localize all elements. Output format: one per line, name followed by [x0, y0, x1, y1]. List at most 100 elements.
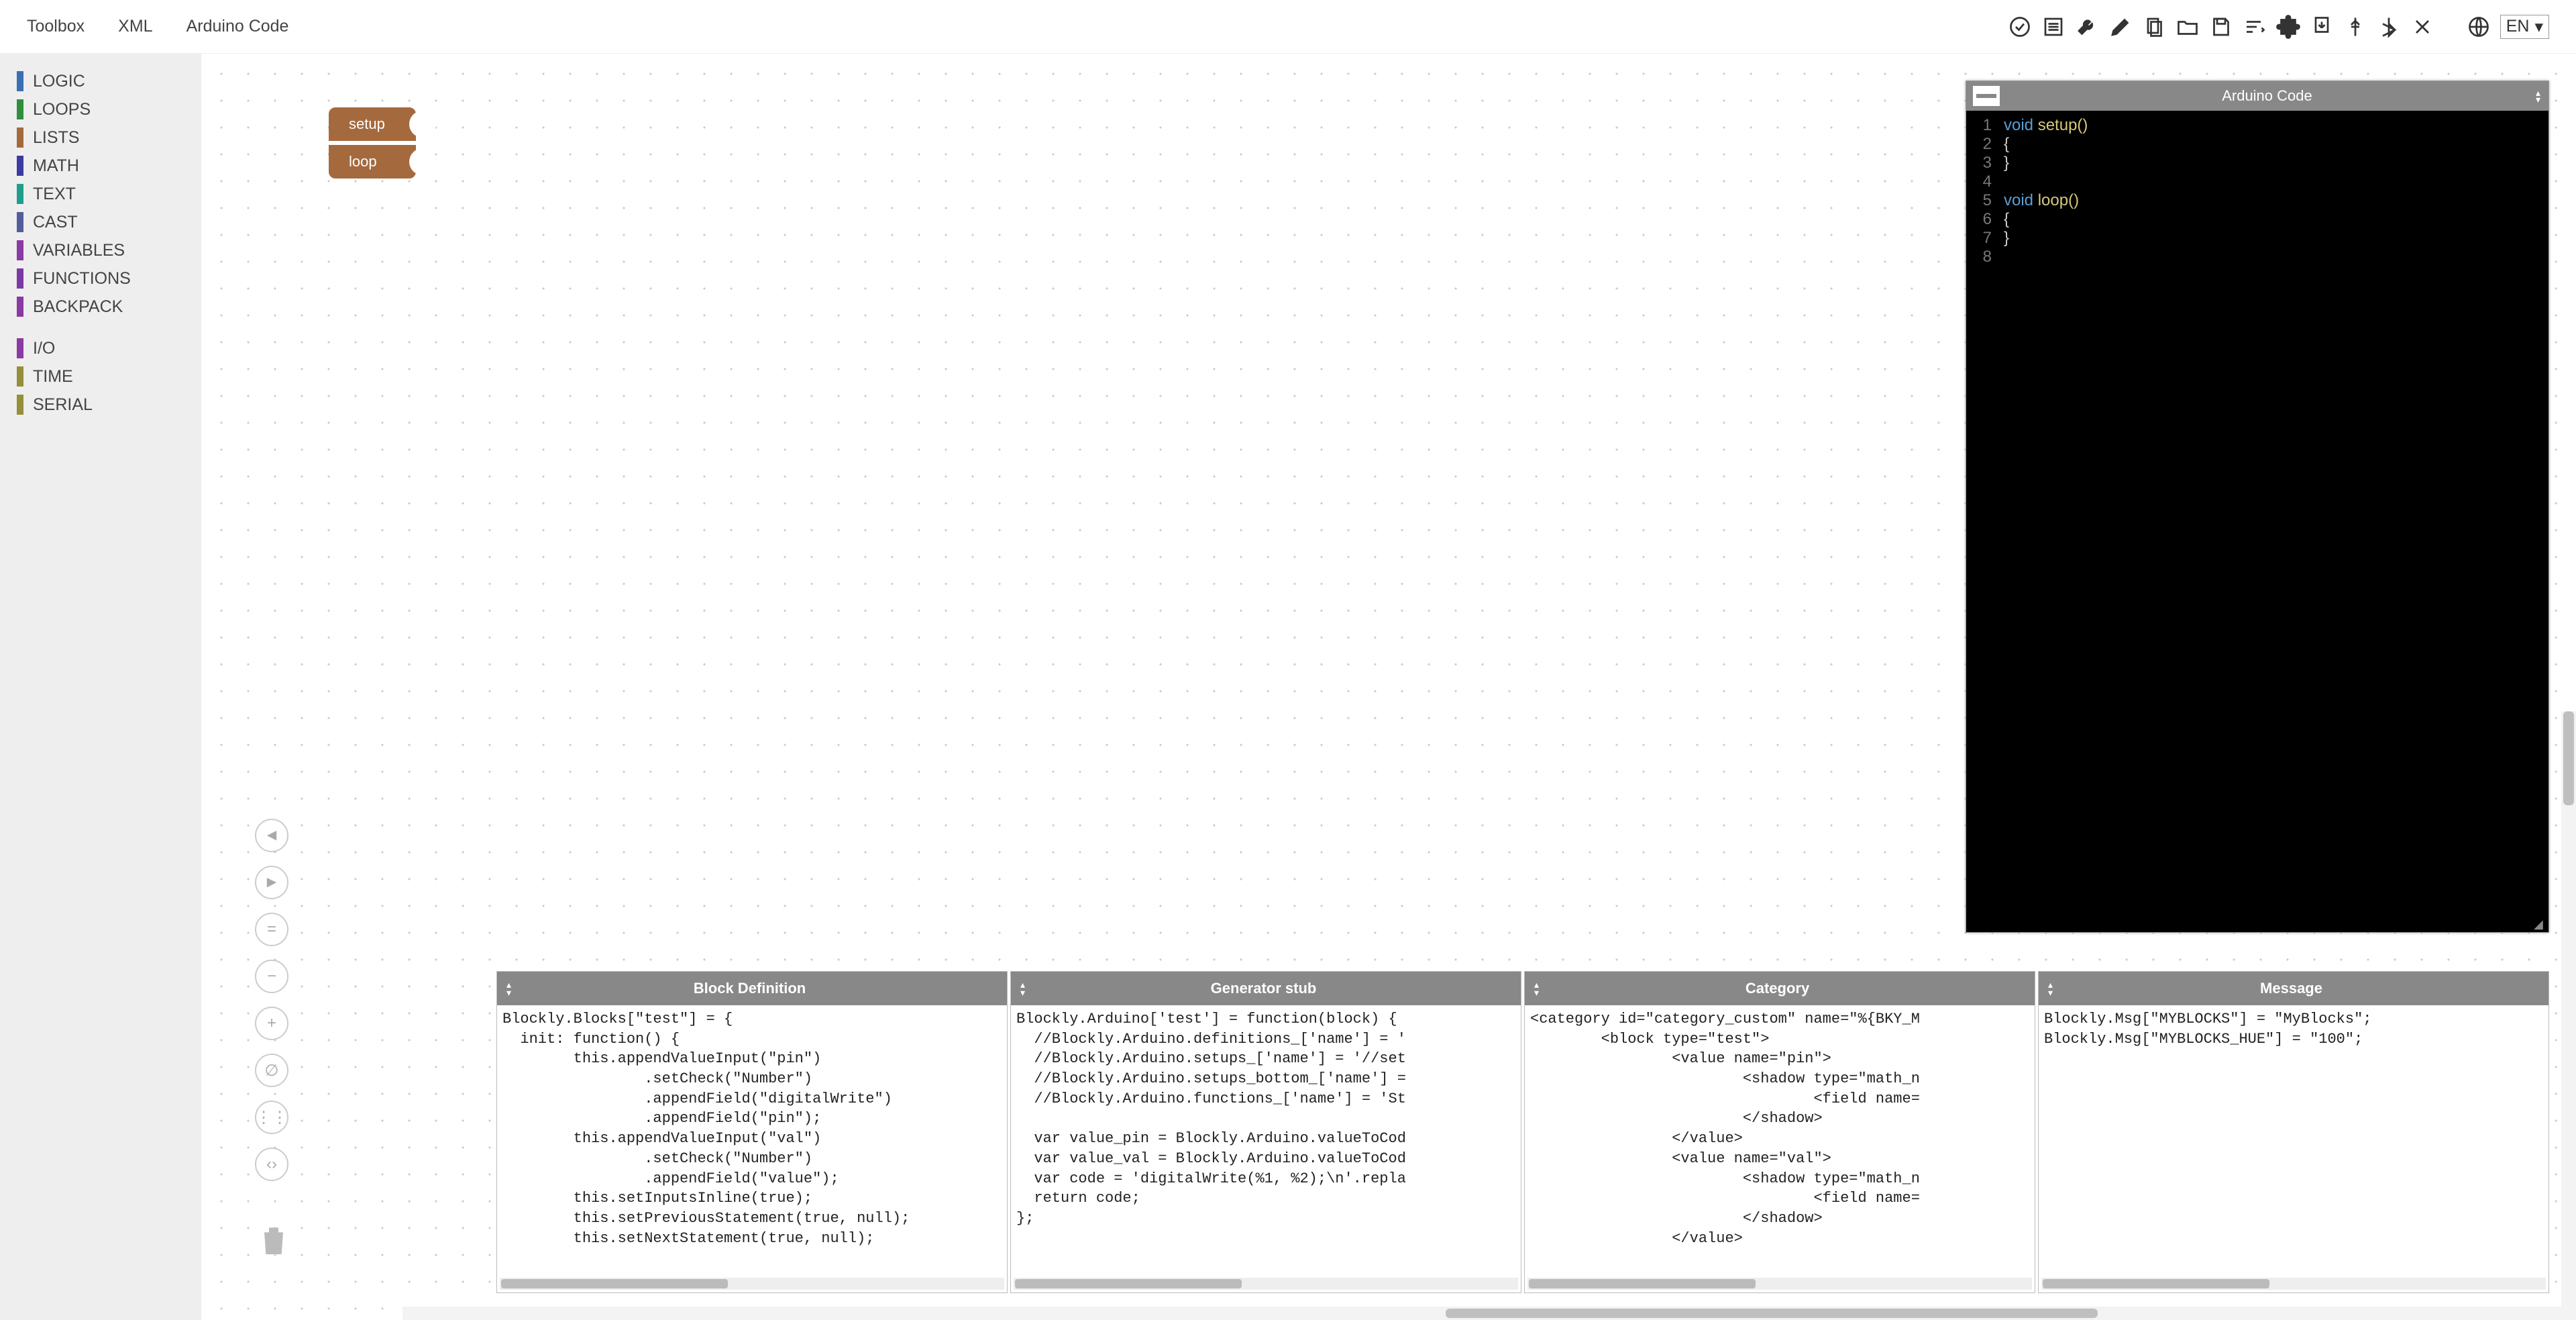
sort-icon[interactable]: [2243, 15, 2267, 39]
bluetooth-icon[interactable]: [2377, 15, 2401, 39]
upload-icon[interactable]: [2006, 980, 2035, 997]
category-text[interactable]: TEXT: [0, 180, 201, 208]
tools-icon[interactable]: [2410, 15, 2434, 39]
category-i/o[interactable]: I/O: [0, 334, 201, 362]
category-label: I/O: [33, 339, 55, 358]
globe-icon[interactable]: [2467, 15, 2491, 39]
category-color-bar: [17, 395, 23, 415]
canvas-control-6[interactable]: ⋮⋮: [255, 1101, 288, 1134]
collapse-icon[interactable]: ▴▾: [1011, 980, 1034, 997]
panel-title: Block Definition: [521, 980, 979, 997]
folder-icon[interactable]: [2176, 15, 2200, 39]
category-logic[interactable]: LOGIC: [0, 67, 201, 95]
category-sidebar: LOGIC LOOPS LISTS MATH TEXT CAST VARIABLES FUNC…: [0, 54, 201, 1320]
category-color-bar: [17, 156, 23, 176]
category-label: VARIABLES: [33, 241, 125, 260]
category-time[interactable]: TIME: [0, 362, 201, 391]
panel-header[interactable]: ▴▾ Block Definition: [497, 972, 1007, 1005]
code-panel-header[interactable]: Arduino Code ▴▾: [1966, 81, 2548, 111]
h-scrollbar[interactable]: [500, 1278, 1004, 1290]
category-loops[interactable]: LOOPS: [0, 95, 201, 123]
tab-toolbox[interactable]: Toolbox: [27, 17, 85, 36]
tab-arduino[interactable]: Arduino Code: [186, 17, 289, 36]
panel-title: Message: [2062, 980, 2520, 997]
collapse-icon[interactable]: ▴▾: [2039, 980, 2062, 997]
list-icon[interactable]: [2041, 15, 2065, 39]
pencil-icon[interactable]: [2108, 15, 2133, 39]
category-color-bar: [17, 268, 23, 289]
wrench-icon[interactable]: [2075, 15, 2099, 39]
code-line: 6{: [1966, 210, 2548, 229]
download-icon[interactable]: [2310, 15, 2334, 39]
category-cast[interactable]: CAST: [0, 208, 201, 236]
panel-header[interactable]: ▴▾ Category: [1525, 972, 2035, 1005]
page-h-scrollbar[interactable]: [402, 1307, 2576, 1320]
code-line: 4: [1966, 172, 2548, 191]
top-bar: Toolbox XML Arduino Code EN ▾: [0, 0, 2576, 54]
category-backpack[interactable]: BACKPACK: [0, 293, 201, 321]
category-functions[interactable]: FUNCTIONS: [0, 264, 201, 293]
canvas-control-5[interactable]: ∅: [255, 1054, 288, 1087]
panel-header[interactable]: ▴▾ Generator stub: [1011, 972, 1521, 1005]
code-line: 8: [1966, 248, 2548, 266]
canvas-controls: ◄ ► = − + ∅ ⋮⋮ ‹›: [255, 819, 288, 1181]
setup-block-label: setup: [329, 107, 416, 141]
canvas-control-1[interactable]: ►: [255, 866, 288, 899]
usb-icon[interactable]: [2343, 15, 2367, 39]
panel-code[interactable]: Blockly.Blocks["test"] = { init: functio…: [497, 1005, 1007, 1278]
page-v-scrollbar[interactable]: [2561, 711, 2576, 1307]
main-area: LOGIC LOOPS LISTS MATH TEXT CAST VARIABLES FUNC…: [0, 54, 2576, 1320]
panel-message: ▴▾ Message Blockly.Msg["MYBLOCKS"] = "My…: [2038, 971, 2549, 1293]
category-lists[interactable]: LISTS: [0, 123, 201, 152]
category-serial[interactable]: SERIAL: [0, 391, 201, 419]
category-label: TIME: [33, 367, 73, 387]
code-line: 2{: [1966, 135, 2548, 154]
panel-drag-icon[interactable]: [1973, 86, 2000, 106]
arduino-code-panel: Arduino Code ▴▾ 1void setup()2{3}45void …: [1966, 81, 2549, 933]
category-label: LOGIC: [33, 72, 85, 91]
panel-generator-stub: ▴▾ Generator stub Blockly.Arduino['test'…: [1010, 971, 1521, 1293]
h-scrollbar[interactable]: [1527, 1278, 2032, 1290]
canvas-control-3[interactable]: −: [255, 960, 288, 993]
upload-icon[interactable]: [2520, 980, 2548, 997]
code-panel-title: Arduino Code: [2006, 87, 2528, 105]
category-color-bar: [17, 212, 23, 232]
language-select[interactable]: EN ▾: [2500, 15, 2549, 39]
tab-xml[interactable]: XML: [118, 17, 152, 36]
save-icon[interactable]: [2209, 15, 2233, 39]
category-math[interactable]: MATH: [0, 152, 201, 180]
panel-code[interactable]: Blockly.Msg["MYBLOCKS"] = "MyBlocks"; Bl…: [2039, 1005, 2548, 1278]
top-tabs: Toolbox XML Arduino Code: [27, 17, 288, 36]
canvas-control-7[interactable]: ‹›: [255, 1148, 288, 1181]
category-color-bar: [17, 184, 23, 204]
panel-block-definition: ▴▾ Block Definition Blockly.Blocks["test…: [496, 971, 1008, 1293]
canvas-control-4[interactable]: +: [255, 1007, 288, 1040]
resize-handle-icon[interactable]: ◢: [2534, 917, 2547, 931]
upload-icon[interactable]: [1493, 980, 1521, 997]
collapse-icon[interactable]: ▴▾: [1525, 980, 1548, 997]
category-label: CAST: [33, 213, 78, 232]
canvas-control-0[interactable]: ◄: [255, 819, 288, 852]
upload-icon[interactable]: [979, 980, 1007, 997]
category-label: FUNCTIONS: [33, 269, 131, 289]
panel-collapse-icon[interactable]: ▴▾: [2528, 89, 2548, 103]
code-line: 7}: [1966, 229, 2548, 248]
panel-code[interactable]: <category id="category_custom" name="%{B…: [1525, 1005, 2035, 1278]
collapse-icon[interactable]: ▴▾: [497, 980, 521, 997]
puzzle-icon[interactable]: [2276, 15, 2300, 39]
category-variables[interactable]: VARIABLES: [0, 236, 201, 264]
category-label: LISTS: [33, 128, 79, 148]
trash-icon[interactable]: [255, 1221, 292, 1259]
blockly-canvas[interactable]: setup loop ◄ ► = − + ∅ ⋮⋮ ‹› Arduino Code ▴▾ 1v…: [201, 54, 2576, 1320]
h-scrollbar[interactable]: [2041, 1278, 2546, 1290]
panel-header[interactable]: ▴▾ Message: [2039, 972, 2548, 1005]
canvas-control-2[interactable]: =: [255, 913, 288, 946]
copy-icon[interactable]: [2142, 15, 2166, 39]
setup-loop-block[interactable]: setup loop: [329, 107, 416, 179]
panel-code[interactable]: Blockly.Arduino['test'] = function(block…: [1011, 1005, 1521, 1278]
category-label: SERIAL: [33, 395, 93, 415]
chevron-down-icon: ▾: [2534, 17, 2543, 37]
category-label: TEXT: [33, 185, 76, 204]
h-scrollbar[interactable]: [1014, 1278, 1518, 1290]
verify-icon[interactable]: [2008, 15, 2032, 39]
